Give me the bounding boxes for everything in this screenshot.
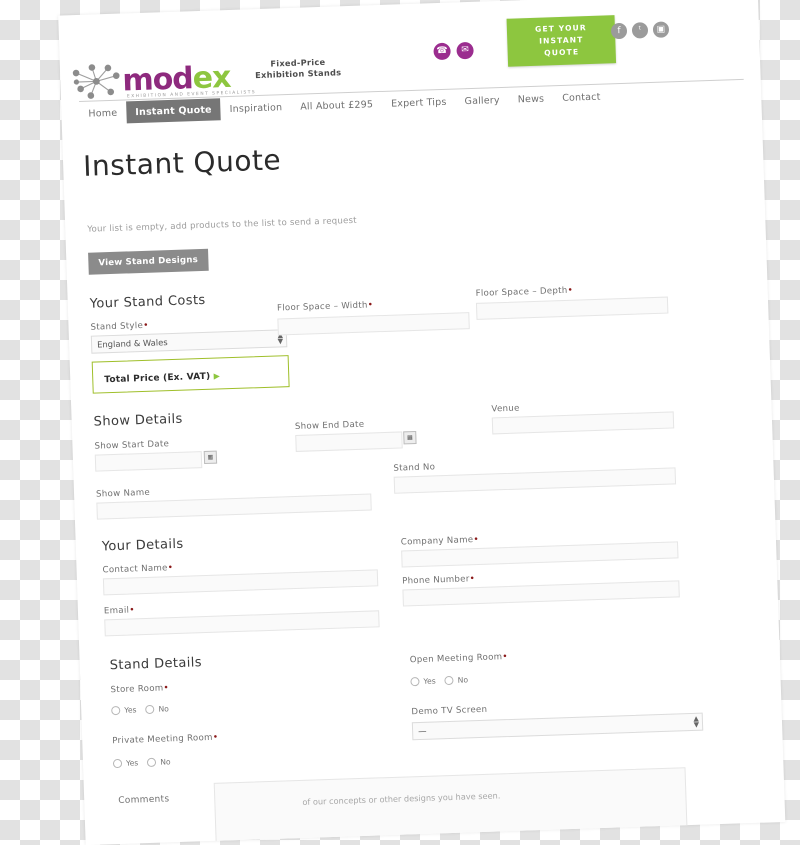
facebook-icon[interactable]: f bbox=[610, 22, 628, 40]
open-meeting-no-label: No bbox=[457, 675, 469, 685]
page-title: Instant Quote bbox=[82, 143, 282, 183]
header-tagline: Fixed-Price Exhibition Stands bbox=[238, 56, 359, 82]
label-phone-number-text: Phone Number bbox=[401, 574, 470, 587]
demo-tv-screen-value: — bbox=[417, 725, 427, 737]
stand-style-select[interactable]: England & Wales ▲▼ bbox=[90, 329, 288, 354]
nav-item-instant-quote[interactable]: Instant Quote bbox=[125, 98, 222, 124]
get-instant-quote-button[interactable]: GET YOUR INSTANT QUOTE bbox=[506, 15, 617, 67]
label-stand-style: Stand Style• bbox=[90, 321, 149, 333]
show-end-date-input[interactable] bbox=[295, 431, 403, 452]
label-floor-depth: Floor Space – Depth• bbox=[475, 286, 573, 299]
select-spinner-icon: ▲▼ bbox=[693, 714, 700, 729]
view-stand-designs-button[interactable]: View Stand Designs bbox=[88, 248, 209, 275]
label-email: Email• bbox=[104, 605, 135, 616]
required-marker: • bbox=[129, 605, 136, 616]
open-meeting-yes-radio[interactable] bbox=[410, 676, 420, 687]
required-marker: • bbox=[502, 652, 509, 663]
twitter-icon[interactable]: ᵗ bbox=[631, 22, 649, 39]
label-company-name: Company Name• bbox=[401, 535, 479, 548]
private-meeting-yes-label: Yes bbox=[125, 758, 139, 768]
label-floor-depth-text: Floor Space – Depth bbox=[475, 285, 568, 299]
store-room-yes-radio[interactable] bbox=[111, 705, 121, 716]
nav-item-contact[interactable]: Contact bbox=[553, 85, 610, 109]
label-comments: Comments bbox=[118, 794, 170, 807]
required-marker: • bbox=[567, 285, 574, 296]
nav-item-home[interactable]: Home bbox=[79, 101, 127, 125]
required-marker: • bbox=[163, 683, 170, 694]
label-show-name: Show Name bbox=[95, 487, 151, 500]
required-marker: • bbox=[212, 732, 219, 743]
email-input[interactable] bbox=[104, 610, 380, 637]
calendar-icon[interactable]: ▦ bbox=[403, 430, 417, 445]
private-meeting-no-radio[interactable] bbox=[147, 757, 157, 768]
store-room-radio-group: Yes No bbox=[111, 704, 169, 716]
label-contact-name-text: Contact Name bbox=[102, 563, 168, 576]
empty-list-message: Your list is empty, add products to the … bbox=[87, 215, 357, 235]
label-stand-no: Stand No bbox=[393, 462, 436, 474]
label-demo-tv-screen: Demo TV Screen bbox=[411, 704, 488, 718]
contact-icon-group: ☎ ✉ bbox=[433, 41, 474, 61]
show-start-date-input[interactable] bbox=[94, 451, 203, 472]
nav-item-gallery[interactable]: Gallery bbox=[455, 89, 509, 113]
required-marker: • bbox=[469, 574, 476, 585]
label-floor-width-text: Floor Space – Width bbox=[276, 300, 368, 314]
label-store-room-text: Store Room bbox=[110, 683, 164, 696]
calendar-icon[interactable]: ▦ bbox=[203, 450, 218, 465]
label-private-meeting-room-text: Private Meeting Room bbox=[112, 732, 213, 747]
label-contact-name: Contact Name• bbox=[102, 563, 173, 575]
stand-style-value: England & Wales bbox=[96, 337, 168, 350]
site-header: modex EXHIBITION AND EVENT SPECIALISTS F… bbox=[58, 0, 761, 106]
label-floor-width: Floor Space – Width• bbox=[277, 300, 374, 313]
website-page-sheet: modex EXHIBITION AND EVENT SPECIALISTS F… bbox=[58, 0, 786, 845]
venue-input[interactable] bbox=[491, 411, 675, 435]
label-show-start-date: Show Start Date bbox=[94, 439, 170, 452]
label-venue: Venue bbox=[491, 403, 520, 415]
demo-tv-screen-select[interactable]: — ▲ ▼ bbox=[411, 712, 704, 741]
store-room-no-label: No bbox=[158, 704, 169, 714]
section-heading-your-details: Your Details bbox=[101, 536, 184, 555]
nav-item-all-about-295[interactable]: All About £295 bbox=[291, 93, 383, 118]
section-heading-show-details: Show Details bbox=[93, 411, 183, 430]
floor-depth-input[interactable] bbox=[475, 296, 669, 320]
label-store-room: Store Room• bbox=[110, 683, 169, 695]
section-heading-stand-details: Stand Details bbox=[109, 655, 203, 674]
nav-item-expert-tips[interactable]: Expert Tips bbox=[382, 90, 456, 114]
label-stand-style-text: Stand Style bbox=[90, 320, 144, 333]
nav-item-news[interactable]: News bbox=[508, 87, 553, 110]
required-marker: • bbox=[473, 534, 480, 546]
email-icon[interactable]: ✉ bbox=[456, 41, 474, 60]
label-phone-number: Phone Number• bbox=[402, 574, 475, 586]
open-meeting-no-radio[interactable] bbox=[444, 675, 454, 686]
private-meeting-no-label: No bbox=[160, 757, 171, 767]
total-price-arrow-icon: ▶ bbox=[213, 371, 221, 381]
floor-width-input[interactable] bbox=[277, 312, 470, 336]
social-icon-group: f ᵗ ▣ bbox=[610, 21, 670, 40]
required-marker: • bbox=[142, 320, 149, 331]
label-open-meeting-room-text: Open Meeting Room bbox=[409, 652, 503, 666]
private-meeting-radio-group: Yes No bbox=[112, 757, 171, 769]
logo-dots-icon bbox=[72, 64, 120, 99]
section-heading-stand-costs: Your Stand Costs bbox=[89, 292, 206, 312]
label-email-text: Email bbox=[103, 605, 130, 617]
label-show-end-date: Show End Date bbox=[294, 419, 365, 432]
label-private-meeting-room: Private Meeting Room• bbox=[112, 733, 218, 747]
nav-item-inspiration[interactable]: Inspiration bbox=[220, 96, 291, 120]
label-open-meeting-room: Open Meeting Room• bbox=[410, 652, 509, 665]
store-room-yes-label: Yes bbox=[124, 705, 137, 715]
instagram-icon[interactable]: ▣ bbox=[652, 21, 670, 38]
required-marker: • bbox=[167, 563, 174, 574]
required-marker: • bbox=[367, 300, 374, 311]
comments-textarea[interactable] bbox=[213, 767, 688, 843]
open-meeting-yes-label: Yes bbox=[423, 676, 436, 686]
phone-icon[interactable]: ☎ bbox=[433, 42, 451, 61]
label-company-name-text: Company Name bbox=[400, 535, 474, 548]
stand-no-input[interactable] bbox=[393, 467, 677, 494]
open-meeting-radio-group: Yes No bbox=[410, 675, 469, 687]
private-meeting-yes-radio[interactable] bbox=[112, 758, 123, 769]
store-room-no-radio[interactable] bbox=[145, 704, 155, 715]
